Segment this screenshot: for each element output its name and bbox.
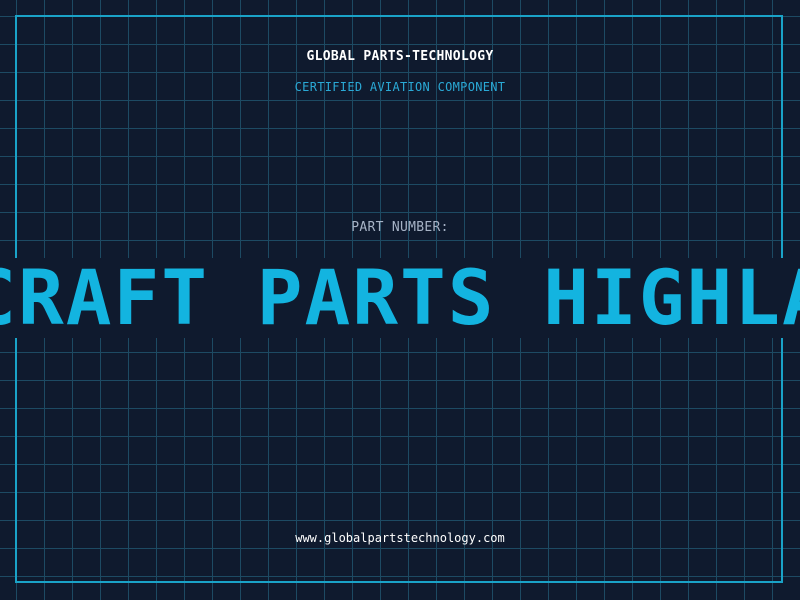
part-number-band: AIRCRAFT PARTS HIGHLANDS [0,258,800,338]
part-number-value: AIRCRAFT PARTS HIGHLANDS [0,258,800,338]
part-number-label: PART NUMBER: [351,220,449,235]
company-name: GLOBAL PARTS-TECHNOLOGY [306,49,494,64]
certification-subtitle: CERTIFIED AVIATION COMPONENT [294,80,506,94]
website-url: www.globalpartstechnology.com [295,531,505,545]
